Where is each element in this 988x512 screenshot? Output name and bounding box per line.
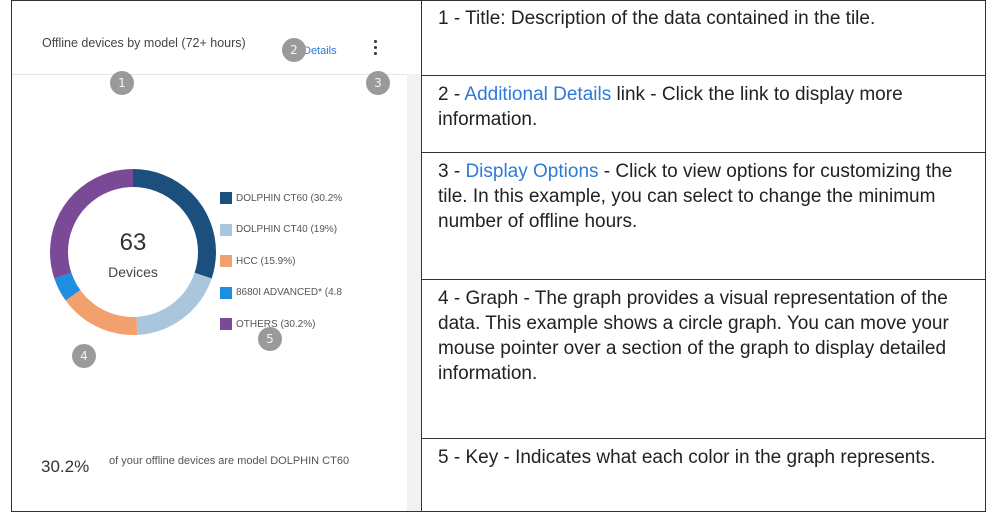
legend-item: HCC (15.9%) (220, 255, 380, 267)
legend-swatch-8680i (220, 286, 232, 299)
tile-side-shade (407, 74, 421, 511)
details-link[interactable]: Details (303, 45, 337, 57)
description-text: 1 - Title: Description of the data conta… (438, 8, 876, 29)
description-text: 3 - (438, 161, 466, 182)
legend-item: 8680I ADVANCED* (4.8 (220, 286, 380, 299)
donut-center-label: Devices (108, 264, 158, 280)
description-row-title: 1 - Title: Description of the data conta… (422, 0, 985, 76)
description-row-key: 5 - Key - Indicates what each color in t… (422, 439, 985, 512)
legend-label: HCC (15.9%) (236, 255, 296, 267)
legend-swatch-others (220, 318, 232, 330)
legend-item: OTHERS (30.2%) (220, 318, 380, 330)
tile-title: Offline devices by model (72+ hours) (42, 36, 246, 50)
callout-4: 4 (72, 344, 96, 368)
legend-swatch-ct40 (220, 223, 232, 236)
tile-header: Offline devices by model (72+ hours) Det… (12, 1, 408, 75)
callout-1: 1 (110, 71, 134, 95)
callout-2: 2 (282, 38, 306, 62)
additional-details-link[interactable]: Additional Details (464, 84, 611, 105)
legend-swatch-hcc (220, 255, 232, 267)
offline-devices-tile: Offline devices by model (72+ hours) Det… (12, 1, 421, 511)
description-row-graph: 4 - Graph - The graph provides a visual … (422, 280, 985, 439)
more-options-icon[interactable] (370, 40, 380, 62)
donut-center-number: 63 (119, 229, 147, 256)
description-text: 4 - Graph - The graph provides a visual … (438, 288, 949, 384)
chart-legend: DOLPHIN CT60 (30.2% DOLPHIN CT40 (19%) H… (220, 192, 380, 350)
description-row-display-options: 3 - Display Options - Click to view opti… (422, 153, 985, 280)
summary-percent: 30.2% (41, 457, 90, 476)
callout-3: 3 (366, 71, 390, 95)
description-text: 2 - (438, 84, 465, 105)
legend-label: 8680I ADVANCED* (4.8 (236, 287, 342, 298)
legend-label: DOLPHIN CT60 (30.2% (236, 192, 343, 204)
legend-item: DOLPHIN CT60 (30.2% (220, 192, 380, 204)
callout-5: 5 (258, 327, 282, 351)
description-row-details: 2 - Additional Details link - Click the … (422, 76, 985, 153)
legend-label: DOLPHIN CT40 (19%) (236, 224, 338, 235)
legend-swatch-ct60 (220, 192, 232, 204)
legend-item: DOLPHIN CT40 (19%) (220, 223, 380, 236)
display-options-link[interactable]: Display Options (465, 161, 598, 182)
summary-text: of your offline devices are model DOLPHI… (109, 455, 350, 467)
description-text: 5 - Key - Indicates what each color in t… (438, 447, 936, 468)
